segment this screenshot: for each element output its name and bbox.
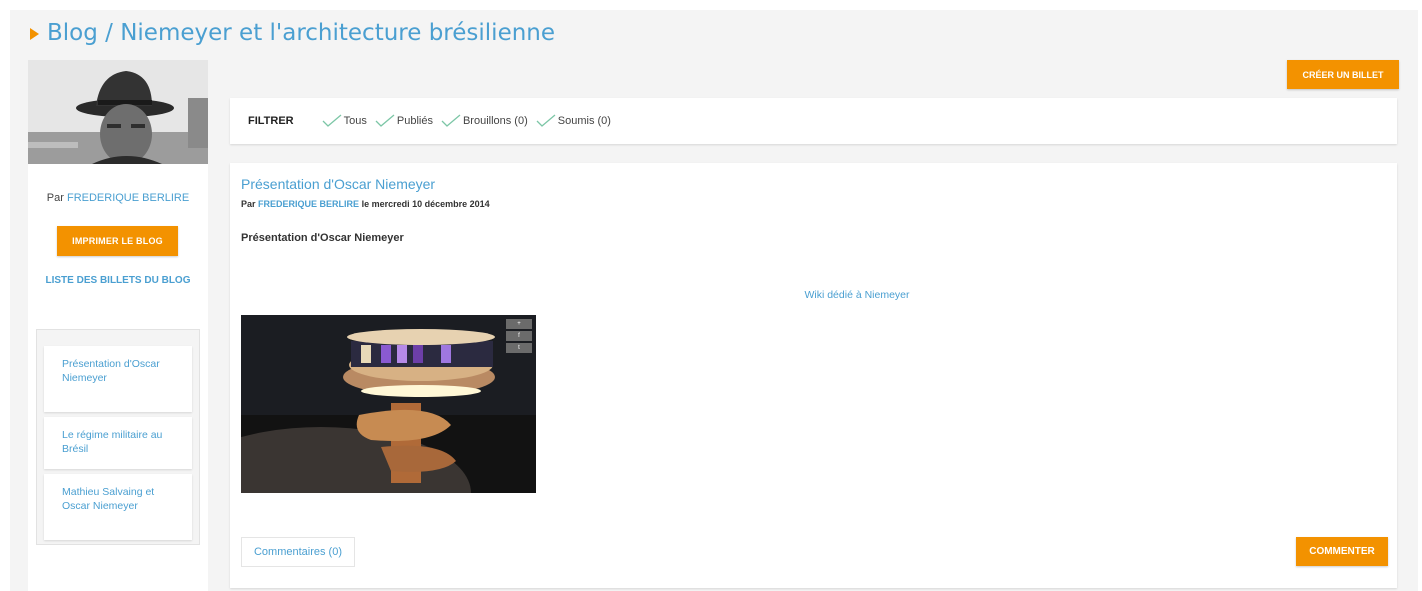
image-share-panel: + f t (506, 319, 532, 353)
author-line: Par FREDERIQUE BERLIRE (28, 192, 208, 204)
post-meta-prefix: Par (241, 199, 256, 209)
filter-option-all[interactable]: Tous (322, 114, 367, 128)
check-icon (536, 114, 556, 127)
post-author-link[interactable]: FREDERIQUE BERLIRE (258, 199, 359, 209)
author-link[interactable]: FREDERIQUE BERLIRE (67, 192, 189, 204)
facebook-icon[interactable]: f (506, 331, 532, 341)
page: Blog / Niemeyer et l'architecture brésil… (10, 10, 1418, 591)
filter-bar: FILTRER Tous Publiés Brouillons (0) Soum… (230, 98, 1397, 144)
avatar (28, 60, 208, 164)
post-image: + f t (241, 315, 536, 493)
print-blog-button[interactable]: IMPRIMER LE BLOG (57, 226, 178, 256)
post-list-item[interactable]: Le régime militaire au Brésil (44, 417, 192, 469)
post-list-link[interactable]: LISTE DES BILLETS DU BLOG (28, 275, 208, 286)
post-list: Présentation d'Oscar Niemeyer Le régime … (36, 329, 200, 545)
create-post-button[interactable]: CRÉER UN BILLET (1287, 60, 1399, 89)
share-icon[interactable]: + (506, 319, 532, 329)
post-list-item[interactable]: Présentation d'Oscar Niemeyer (44, 346, 192, 412)
filter-option-label: Soumis (0) (557, 115, 611, 127)
filter-option-published[interactable]: Publiés (375, 114, 433, 128)
comments-button[interactable]: Commentaires (0) (241, 537, 355, 567)
post-title[interactable]: Présentation d'Oscar Niemeyer (241, 176, 435, 192)
post-subtitle: Présentation d'Oscar Niemeyer (241, 232, 404, 244)
filter-label: FILTRER (248, 115, 294, 127)
check-icon (441, 114, 461, 127)
post-card: Présentation d'Oscar Niemeyer Par FREDER… (230, 163, 1397, 588)
check-icon (375, 114, 395, 127)
comment-button[interactable]: COMMENTER (1296, 537, 1388, 566)
title-bar: Blog / Niemeyer et l'architecture brésil… (30, 18, 555, 48)
triangle-right-icon (30, 28, 39, 40)
filter-option-label: Publiés (396, 115, 433, 127)
filter-option-label: Brouillons (0) (462, 115, 528, 127)
twitter-icon[interactable]: t (506, 343, 532, 353)
filter-option-submitted[interactable]: Soumis (0) (536, 114, 611, 128)
post-meta: Par FREDERIQUE BERLIRE le mercredi 10 dé… (241, 199, 490, 209)
post-date: le mercredi 10 décembre 2014 (361, 199, 490, 209)
filter-option-label: Tous (343, 115, 367, 127)
wiki-link[interactable]: Wiki dédié à Niemeyer (230, 289, 1422, 301)
post-list-item[interactable]: Mathieu Salvaing et Oscar Niemeyer (44, 474, 192, 540)
author-prefix: Par (46, 192, 64, 204)
check-icon (322, 114, 342, 127)
page-title: Blog / Niemeyer et l'architecture brésil… (47, 20, 556, 46)
sidebar: Par FREDERIQUE BERLIRE IMPRIMER LE BLOG … (28, 60, 208, 591)
filter-option-drafts[interactable]: Brouillons (0) (441, 114, 528, 128)
